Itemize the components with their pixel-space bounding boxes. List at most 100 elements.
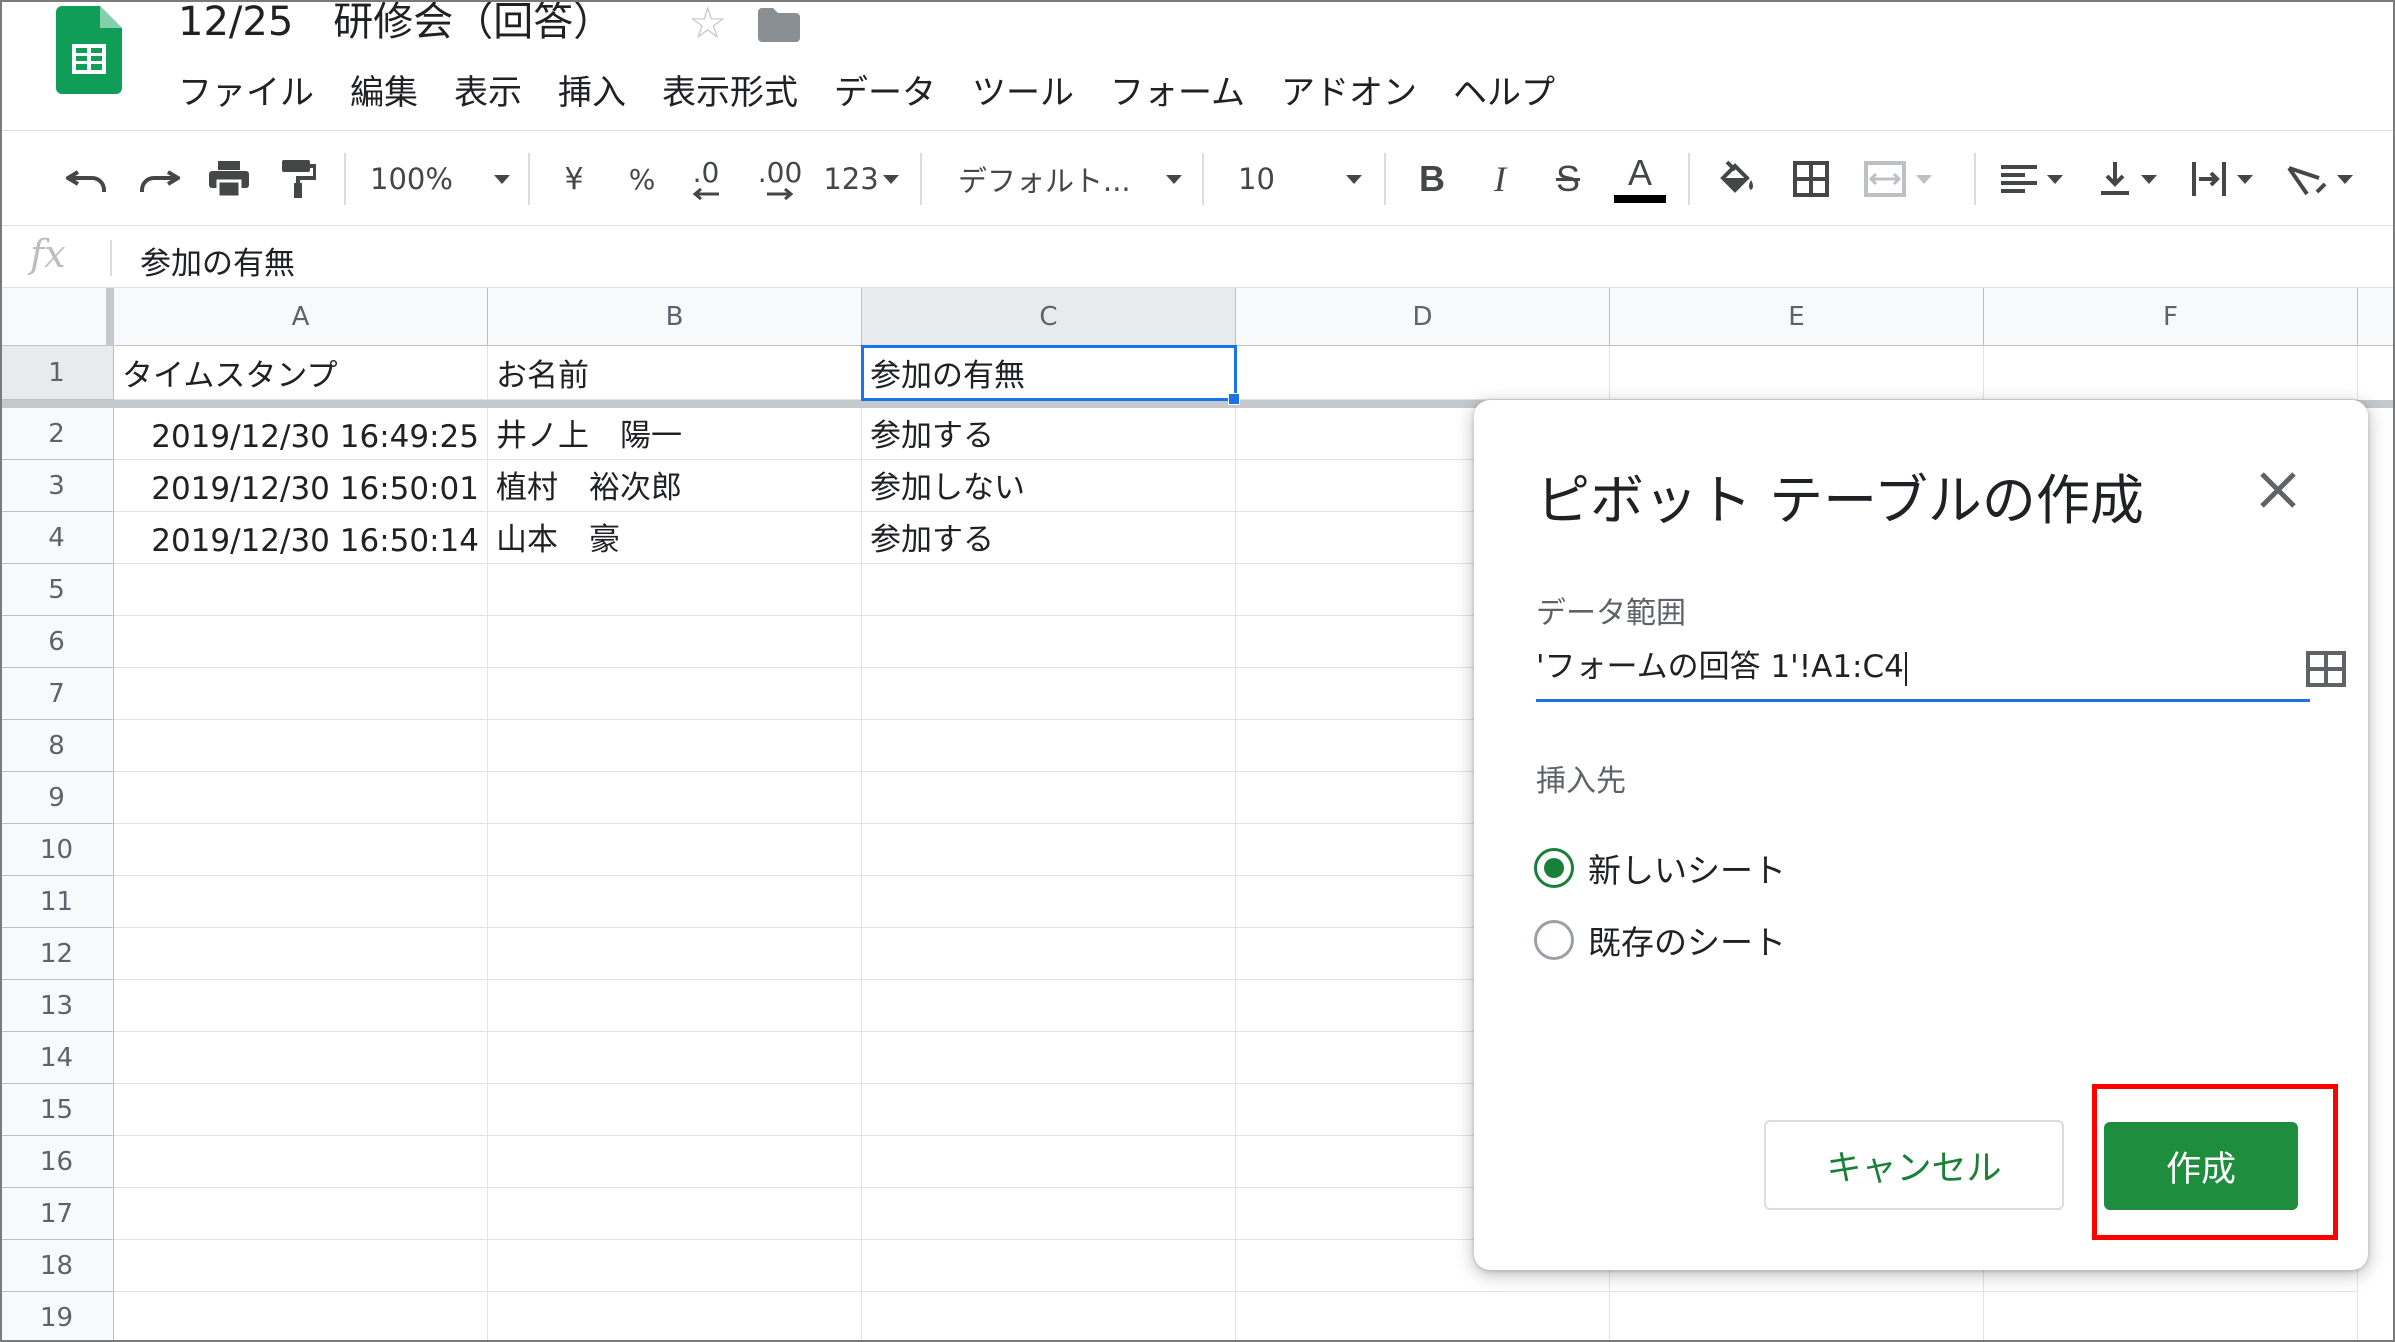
new-sheet-radio[interactable] xyxy=(1534,848,1574,888)
cell-a1[interactable]: タイムスタンプ xyxy=(114,346,488,400)
strikethrough-button[interactable]: S xyxy=(1546,131,1590,227)
vertical-align-icon[interactable] xyxy=(2090,131,2166,227)
cell-a11[interactable] xyxy=(114,876,488,928)
row-header-18[interactable]: 18 xyxy=(0,1240,114,1292)
cell-b12[interactable] xyxy=(488,928,862,980)
cell-b7[interactable] xyxy=(488,668,862,720)
row-header-8[interactable]: 8 xyxy=(0,720,114,772)
cell-a14[interactable] xyxy=(114,1032,488,1084)
menu-format[interactable]: 表示形式 xyxy=(662,66,816,120)
cell-c16[interactable] xyxy=(862,1136,1236,1188)
row-header-4[interactable]: 4 xyxy=(0,512,114,564)
column-header-e[interactable]: E xyxy=(1610,288,1984,346)
row-header-6[interactable]: 6 xyxy=(0,616,114,668)
cell-b8[interactable] xyxy=(488,720,862,772)
cell-b19[interactable] xyxy=(488,1292,862,1342)
cell-a5[interactable] xyxy=(114,564,488,616)
undo-icon[interactable] xyxy=(62,131,112,227)
row-header-15[interactable]: 15 xyxy=(0,1084,114,1136)
cancel-button[interactable]: キャンセル xyxy=(1764,1120,2064,1210)
cell-c19[interactable] xyxy=(862,1292,1236,1342)
close-icon[interactable] xyxy=(2254,466,2302,514)
increase-decimal-button[interactable]: .00 xyxy=(752,131,808,227)
cell-a3[interactable]: 2019/12/30 16:50:01 xyxy=(114,460,488,512)
row-header-19[interactable]: 19 xyxy=(0,1292,114,1342)
column-header-d[interactable]: D xyxy=(1236,288,1610,346)
row-header-14[interactable]: 14 xyxy=(0,1032,114,1084)
menu-insert[interactable]: 挿入 xyxy=(558,66,644,120)
cell-a15[interactable] xyxy=(114,1084,488,1136)
merge-cells-icon[interactable] xyxy=(1858,131,1938,227)
cell-b13[interactable] xyxy=(488,980,862,1032)
currency-format-button[interactable]: ¥ xyxy=(556,131,592,227)
cell-b11[interactable] xyxy=(488,876,862,928)
row-header-16[interactable]: 16 xyxy=(0,1136,114,1188)
cell-e19[interactable] xyxy=(1610,1292,1984,1342)
cell-c12[interactable] xyxy=(862,928,1236,980)
cell-c2[interactable]: 参加する xyxy=(862,408,1236,460)
cell-c3[interactable]: 参加しない xyxy=(862,460,1236,512)
cell-d1[interactable] xyxy=(1236,346,1610,400)
row-header-3[interactable]: 3 xyxy=(0,460,114,512)
cell-a10[interactable] xyxy=(114,824,488,876)
italic-button[interactable]: I xyxy=(1478,131,1522,227)
cell-b14[interactable] xyxy=(488,1032,862,1084)
row-header-12[interactable]: 12 xyxy=(0,928,114,980)
fill-handle[interactable] xyxy=(1228,393,1240,405)
text-rotation-icon[interactable] xyxy=(2280,131,2360,227)
column-header-f[interactable]: F xyxy=(1984,288,2358,346)
star-icon[interactable]: ☆ xyxy=(688,0,727,48)
cell-c10[interactable] xyxy=(862,824,1236,876)
new-sheet-option[interactable]: 新しいシート xyxy=(1534,844,1786,892)
row-header-13[interactable]: 13 xyxy=(0,980,114,1032)
cell-b6[interactable] xyxy=(488,616,862,668)
data-range-input[interactable]: 'フォームの回答 1'!A1:C4 xyxy=(1536,640,2346,702)
select-all-corner[interactable] xyxy=(0,288,114,346)
more-formats-select[interactable]: 123 xyxy=(820,131,902,227)
borders-icon[interactable] xyxy=(1786,131,1836,227)
freeze-column-handle[interactable] xyxy=(106,288,114,346)
menu-tools[interactable]: ツール xyxy=(972,66,1092,120)
cell-a9[interactable] xyxy=(114,772,488,824)
menu-form[interactable]: フォーム xyxy=(1110,66,1263,120)
fill-color-icon[interactable] xyxy=(1712,131,1762,227)
formula-input[interactable]: 参加の有無 xyxy=(140,238,295,283)
menu-view[interactable]: 表示 xyxy=(454,66,540,120)
existing-sheet-option[interactable]: 既存のシート xyxy=(1534,916,1786,964)
percent-format-button[interactable]: % xyxy=(624,131,660,227)
zoom-select[interactable]: 100% xyxy=(370,131,510,227)
menu-help[interactable]: ヘルプ xyxy=(1453,66,1573,120)
cell-c4[interactable]: 参加する xyxy=(862,512,1236,564)
cell-e1[interactable] xyxy=(1610,346,1984,400)
cell-c11[interactable] xyxy=(862,876,1236,928)
column-header-g[interactable] xyxy=(2358,288,2395,346)
column-header-b[interactable]: B xyxy=(488,288,862,346)
cell-b5[interactable] xyxy=(488,564,862,616)
cell-b15[interactable] xyxy=(488,1084,862,1136)
cell-c9[interactable] xyxy=(862,772,1236,824)
cell-c17[interactable] xyxy=(862,1188,1236,1240)
cell-d19[interactable] xyxy=(1236,1292,1610,1342)
cell-a6[interactable] xyxy=(114,616,488,668)
cell-b10[interactable] xyxy=(488,824,862,876)
sheets-logo-icon[interactable] xyxy=(56,6,122,94)
cell-c8[interactable] xyxy=(862,720,1236,772)
row-header-17[interactable]: 17 xyxy=(0,1188,114,1240)
cell-a2[interactable]: 2019/12/30 16:49:25 xyxy=(114,408,488,460)
row-header-2[interactable]: 2 xyxy=(0,408,114,460)
cell-a18[interactable] xyxy=(114,1240,488,1292)
cell-c7[interactable] xyxy=(862,668,1236,720)
column-header-c[interactable]: C xyxy=(862,288,1236,346)
text-wrap-icon[interactable] xyxy=(2184,131,2260,227)
horizontal-align-icon[interactable] xyxy=(1994,131,2070,227)
cell-c6[interactable] xyxy=(862,616,1236,668)
cell-b9[interactable] xyxy=(488,772,862,824)
row-header-5[interactable]: 5 xyxy=(0,564,114,616)
cell-b2[interactable]: 井ノ上 陽一 xyxy=(488,408,862,460)
row-header-11[interactable]: 11 xyxy=(0,876,114,928)
document-title[interactable]: 12/25 研修会（回答） xyxy=(178,0,613,50)
cell-f1[interactable] xyxy=(1984,346,2358,400)
decrease-decimal-button[interactable]: .0 xyxy=(682,131,730,227)
folder-icon[interactable] xyxy=(758,8,800,42)
font-family-select[interactable]: デフォルト... xyxy=(958,131,1182,227)
